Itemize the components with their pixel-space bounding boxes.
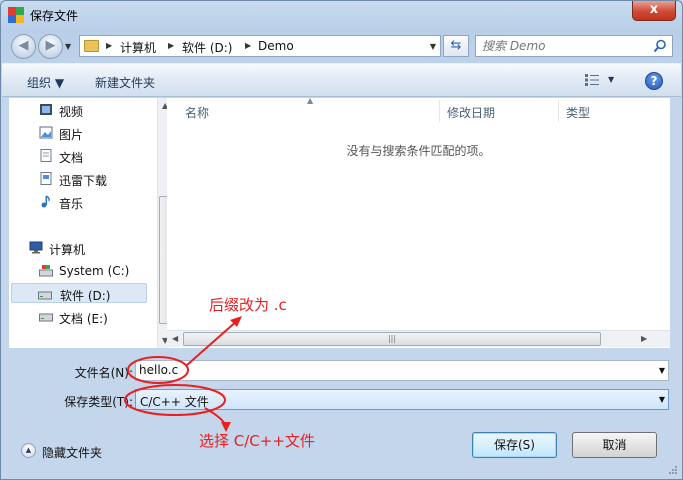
folder-icon: [84, 40, 99, 52]
chevron-down-icon[interactable]: ▼: [659, 395, 665, 404]
resize-grip-icon[interactable]: [668, 465, 678, 475]
nav-label: 文档: [59, 151, 84, 165]
close-button[interactable]: x: [632, 1, 676, 21]
nav-label: 软件 (D:): [60, 289, 111, 303]
chevron-right-icon: ▶: [106, 41, 113, 50]
refresh-icon: ⇆: [450, 38, 462, 53]
filename-combobox[interactable]: ▼: [135, 360, 669, 381]
column-header-type[interactable]: 类型: [566, 104, 590, 121]
close-icon: x: [649, 2, 659, 17]
recent-locations-dropdown[interactable]: ▼: [65, 42, 71, 51]
view-options-icon[interactable]: [585, 74, 599, 86]
nav-item-documents[interactable]: 文档: [37, 146, 177, 166]
back-button[interactable]: ◀: [11, 34, 36, 59]
scroll-left-icon[interactable]: ◀: [172, 334, 178, 343]
chevron-right-icon[interactable]: ▶: [168, 41, 174, 50]
filetype-value: C/C++ 文件: [140, 395, 209, 409]
address-row: ◀ ▶ ▼ ▶ 计算机 ▶ 软件 (D:) ▶ Demo ▼ ⇆: [1, 31, 682, 61]
nav-item-thunder-downloads[interactable]: 迅雷下载: [37, 169, 177, 189]
search-box[interactable]: [475, 35, 673, 57]
search-icon[interactable]: [653, 39, 667, 53]
view-dropdown-icon[interactable]: ▼: [608, 75, 614, 84]
nav-item-videos[interactable]: 视频: [37, 100, 177, 120]
forward-button[interactable]: ▶: [38, 34, 63, 59]
nav-label: 音乐: [59, 197, 84, 211]
window-title: 保存文件: [30, 9, 79, 23]
nav-item-documents-e[interactable]: 文档 (E:): [37, 307, 177, 327]
nav-label: 图片: [59, 128, 84, 142]
column-divider[interactable]: [558, 100, 559, 122]
nav-item-computer[interactable]: 计算机: [27, 238, 167, 258]
new-folder-button[interactable]: 新建文件夹: [95, 74, 155, 91]
save-button[interactable]: 保存(S): [472, 432, 557, 458]
app-icon: [8, 7, 24, 23]
annotation-suffix: 后缀改为 .c: [209, 296, 287, 314]
address-dropdown-icon[interactable]: ▼: [430, 42, 436, 51]
sort-ascending-icon: ▲: [307, 96, 314, 105]
filename-label: 文件名(N):: [74, 366, 133, 380]
music-icon: [41, 195, 50, 208]
help-icon[interactable]: ?: [645, 72, 663, 90]
chevron-down-icon[interactable]: ▼: [659, 366, 665, 375]
drive-icon: [39, 313, 53, 322]
system-drive-icon: [39, 265, 53, 277]
collapse-up-icon: ▲: [21, 443, 36, 458]
chevron-right-icon[interactable]: ▶: [245, 41, 251, 50]
filetype-label: 保存类型(T):: [64, 395, 133, 409]
document-icon: [40, 149, 52, 162]
empty-message: 没有与搜索条件匹配的项。: [346, 144, 491, 158]
column-divider[interactable]: [439, 100, 440, 122]
nav-label: System (C:): [59, 264, 130, 278]
horizontal-scrollbar[interactable]: ◀ ||| ▶: [167, 330, 670, 347]
filename-input[interactable]: [139, 363, 639, 377]
command-toolbar: 组织 ▼ 新建文件夹 ▼ ?: [2, 63, 681, 97]
organize-button[interactable]: 组织 ▼: [27, 74, 64, 91]
breadcrumb-demo[interactable]: Demo: [258, 39, 294, 53]
computer-icon: [29, 241, 43, 254]
column-header-modified[interactable]: 修改日期: [447, 104, 495, 121]
cancel-button[interactable]: 取消: [572, 432, 657, 458]
back-arrow-icon: ◀: [18, 38, 29, 53]
scrollbar-thumb[interactable]: |||: [183, 332, 601, 346]
nav-label: 文档 (E:): [59, 312, 108, 326]
hide-folders-label: 隐藏文件夹: [42, 446, 103, 460]
video-icon: [40, 104, 52, 115]
nav-label: 计算机: [49, 243, 86, 257]
forward-arrow-icon: ▶: [45, 38, 56, 53]
scroll-right-icon[interactable]: ▶: [641, 334, 647, 343]
nav-label: 视频: [59, 105, 84, 119]
refresh-button[interactable]: ⇆: [443, 35, 469, 57]
search-input[interactable]: [482, 39, 652, 53]
save-file-dialog: 保存文件 x ◀ ▶ ▼ ▶ 计算机 ▶ 软件 (D:) ▶ Demo ▼ ⇆ …: [0, 0, 683, 480]
filetype-select[interactable]: C/C++ 文件 ▼: [135, 389, 669, 410]
nav-item-pictures[interactable]: 图片: [37, 123, 177, 143]
nav-item-software-d[interactable]: 软件 (D:): [11, 283, 147, 303]
annotation-filetype: 选择 C/C++文件: [199, 432, 315, 450]
nav-label: 迅雷下载: [59, 174, 108, 188]
title-bar: 保存文件 x: [1, 1, 682, 29]
nav-item-music[interactable]: 音乐: [37, 192, 177, 212]
breadcrumb-drive-d[interactable]: 软件 (D:): [182, 39, 232, 56]
address-bar[interactable]: ▶ 计算机 ▶ 软件 (D:) ▶ Demo ▼: [79, 35, 441, 57]
column-header-name[interactable]: 名称: [185, 104, 209, 121]
navigation-pane: 视频 图片 文档 迅雷下载 音乐 计算机 System (C:) 软件 (D:)…: [9, 98, 174, 348]
drive-icon: [38, 291, 52, 300]
picture-icon: [39, 126, 53, 139]
breadcrumb-computer[interactable]: 计算机: [120, 39, 156, 56]
nav-item-system-c[interactable]: System (C:): [37, 261, 177, 281]
download-icon: [40, 172, 52, 185]
